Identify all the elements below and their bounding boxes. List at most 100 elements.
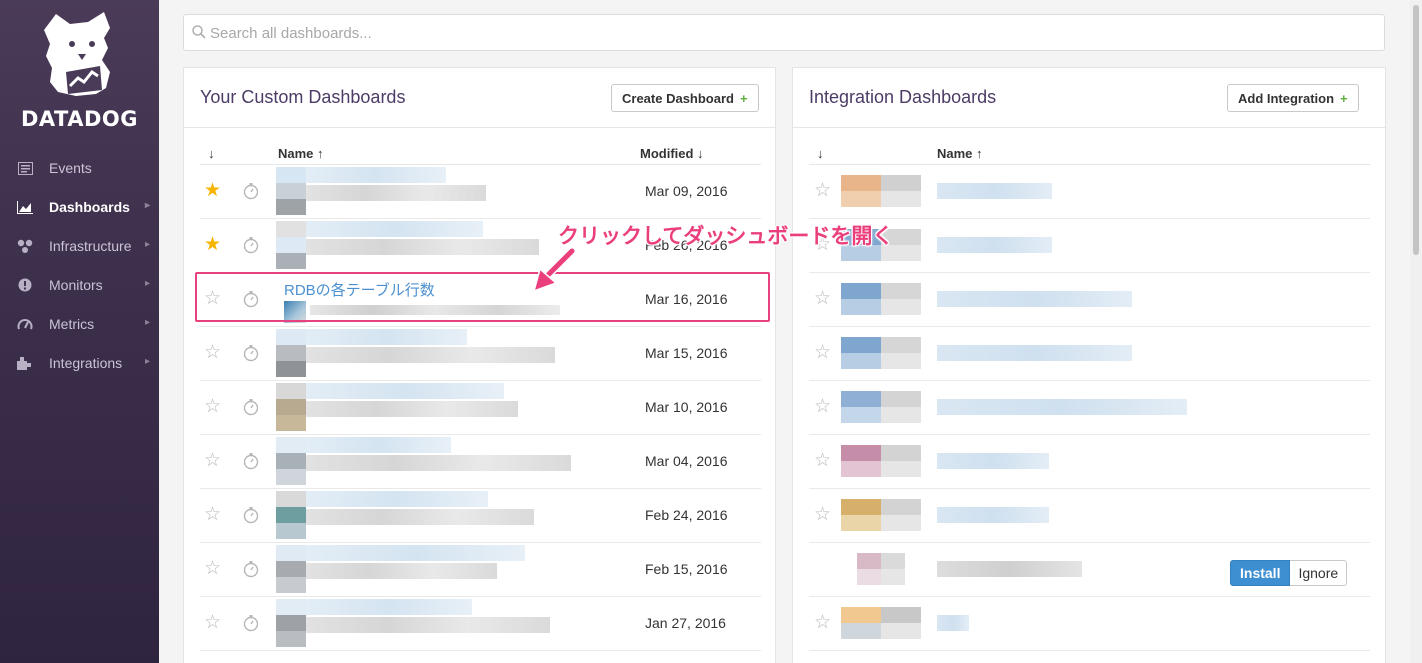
star-icon[interactable]: ☆ [204, 397, 221, 416]
page-scrollbar[interactable] [1410, 0, 1422, 663]
sidebar-item-label: Metrics [49, 316, 95, 332]
add-integration-button[interactable]: Add Integration + [1227, 84, 1359, 112]
redacted-integration-logo [857, 553, 905, 585]
divider [184, 127, 775, 128]
redacted-integration-name [937, 561, 1082, 577]
dashboard-row[interactable]: ☆ Mar 15, 2016 [200, 327, 761, 381]
dashboard-row[interactable]: ☆ Mar 04, 2016 [200, 435, 761, 489]
star-filled-icon[interactable]: ★ [204, 235, 221, 254]
chevron-right-icon: ▸ [144, 239, 150, 250]
star-icon[interactable]: ☆ [814, 451, 831, 470]
sidebar-item-label: Events [49, 160, 92, 176]
integration-row[interactable]: ☆ [809, 165, 1370, 219]
stopwatch-icon[interactable] [242, 506, 260, 524]
sort-favorites-button[interactable]: ↓ [208, 146, 215, 161]
sidebar-item-monitors[interactable]: Monitors ▸ [0, 267, 159, 303]
integrations-icon [17, 355, 33, 371]
annotation-text: クリックしてダッシュボードを開く [558, 224, 894, 248]
modified-date: Feb 24, 2016 [645, 507, 728, 523]
redacted-description [306, 347, 555, 363]
redacted-name [306, 329, 467, 345]
integration-row[interactable]: ☆ [809, 489, 1370, 543]
integration-row[interactable]: ☆ [809, 273, 1370, 327]
infrastructure-icon [17, 238, 33, 254]
chevron-right-icon: ▸ [144, 200, 150, 211]
sort-modified-button[interactable]: Modified ↓ [640, 146, 704, 161]
star-icon[interactable]: ☆ [204, 343, 221, 362]
redacted-integration-logo [841, 391, 921, 423]
integration-row[interactable]: ☆ [809, 327, 1370, 381]
star-icon[interactable]: ☆ [814, 343, 831, 362]
panel-title: Your Custom Dashboards [200, 87, 406, 107]
sidebar-item-infrastructure[interactable]: Infrastructure ▸ [0, 228, 159, 264]
stopwatch-icon[interactable] [242, 344, 260, 362]
modified-date: Mar 04, 2016 [645, 453, 728, 469]
sidebar-item-dashboards[interactable]: Dashboards ▸ [0, 189, 159, 225]
ignore-button[interactable]: Ignore [1290, 560, 1348, 586]
redacted-name [306, 545, 525, 561]
stopwatch-icon[interactable] [242, 398, 260, 416]
stopwatch-icon[interactable] [242, 236, 260, 254]
stopwatch-icon[interactable] [242, 452, 260, 470]
dashboard-row[interactable]: ★ Mar 09, 2016 [200, 165, 761, 219]
sort-name-button[interactable]: Name ↑ [937, 146, 983, 161]
redacted-avatar [276, 329, 306, 377]
datadog-dog-icon [44, 12, 110, 96]
redacted-integration-name [937, 399, 1187, 415]
star-icon[interactable]: ☆ [204, 559, 221, 578]
redacted-name [306, 599, 472, 615]
search-input[interactable] [210, 19, 1370, 47]
redacted-avatar [276, 167, 306, 215]
sidebar-item-events[interactable]: Events [0, 150, 159, 186]
sidebar-item-label: Monitors [49, 277, 103, 293]
integration-row[interactable]: ☆ [809, 381, 1370, 435]
panel-title: Integration Dashboards [809, 87, 997, 107]
redacted-name [306, 491, 488, 507]
datadog-logo[interactable]: DATADOG [0, 8, 159, 131]
star-icon[interactable]: ☆ [814, 505, 831, 524]
plus-icon: + [1340, 90, 1348, 106]
star-icon[interactable]: ☆ [814, 397, 831, 416]
redacted-integration-name [937, 453, 1049, 469]
logo-text: DATADOG [20, 107, 139, 131]
star-icon[interactable]: ☆ [204, 451, 221, 470]
star-filled-icon[interactable]: ★ [204, 181, 221, 200]
star-icon[interactable]: ☆ [204, 505, 221, 524]
star-icon[interactable]: ☆ [814, 289, 831, 308]
custom-dashboards-panel: Your Custom Dashboards Create Dashboard +… [183, 67, 776, 663]
dashboard-row[interactable]: ☆ Jan 27, 2016 [200, 597, 761, 651]
redacted-description [306, 401, 518, 417]
stopwatch-icon[interactable] [242, 560, 260, 578]
dashboard-row[interactable]: ☆ Mar 10, 2016 [200, 381, 761, 435]
integration-row[interactable]: ☆ [809, 435, 1370, 489]
install-button[interactable]: Install [1230, 560, 1291, 586]
stopwatch-icon[interactable] [242, 182, 260, 200]
dashboard-row[interactable]: ☆ Feb 15, 2016 [200, 543, 761, 597]
sidebar-item-integrations[interactable]: Integrations ▸ [0, 345, 159, 381]
annotation-arrow-icon [532, 247, 576, 293]
modified-date: Mar 15, 2016 [645, 345, 728, 361]
stopwatch-icon[interactable] [242, 614, 260, 632]
star-icon[interactable]: ☆ [814, 181, 831, 200]
dashboard-search [183, 14, 1385, 51]
star-icon[interactable]: ☆ [814, 613, 831, 632]
redacted-name [306, 167, 446, 183]
integration-row[interactable]: ☆ [809, 597, 1370, 651]
redacted-description [306, 509, 534, 525]
add-integration-label: Add Integration [1238, 90, 1335, 106]
dashboard-row[interactable]: ☆ Feb 24, 2016 [200, 489, 761, 543]
create-dashboard-button[interactable]: Create Dashboard + [611, 84, 759, 112]
redacted-integration-logo [841, 499, 921, 531]
redacted-avatar [276, 221, 306, 269]
sidebar-item-metrics[interactable]: Metrics ▸ [0, 306, 159, 342]
star-icon[interactable]: ☆ [204, 613, 221, 632]
sort-name-button[interactable]: Name ↑ [278, 146, 324, 161]
integration-actions: Install Ignore [1230, 560, 1348, 586]
chevron-right-icon: ▸ [144, 356, 150, 367]
redacted-integration-name [937, 615, 969, 631]
modified-date: Feb 15, 2016 [645, 561, 728, 577]
scrollbar-thumb[interactable] [1413, 5, 1419, 255]
modified-date: Jan 27, 2016 [645, 615, 726, 631]
sort-favorites-button[interactable]: ↓ [817, 146, 824, 161]
modified-date: Mar 09, 2016 [645, 183, 728, 199]
